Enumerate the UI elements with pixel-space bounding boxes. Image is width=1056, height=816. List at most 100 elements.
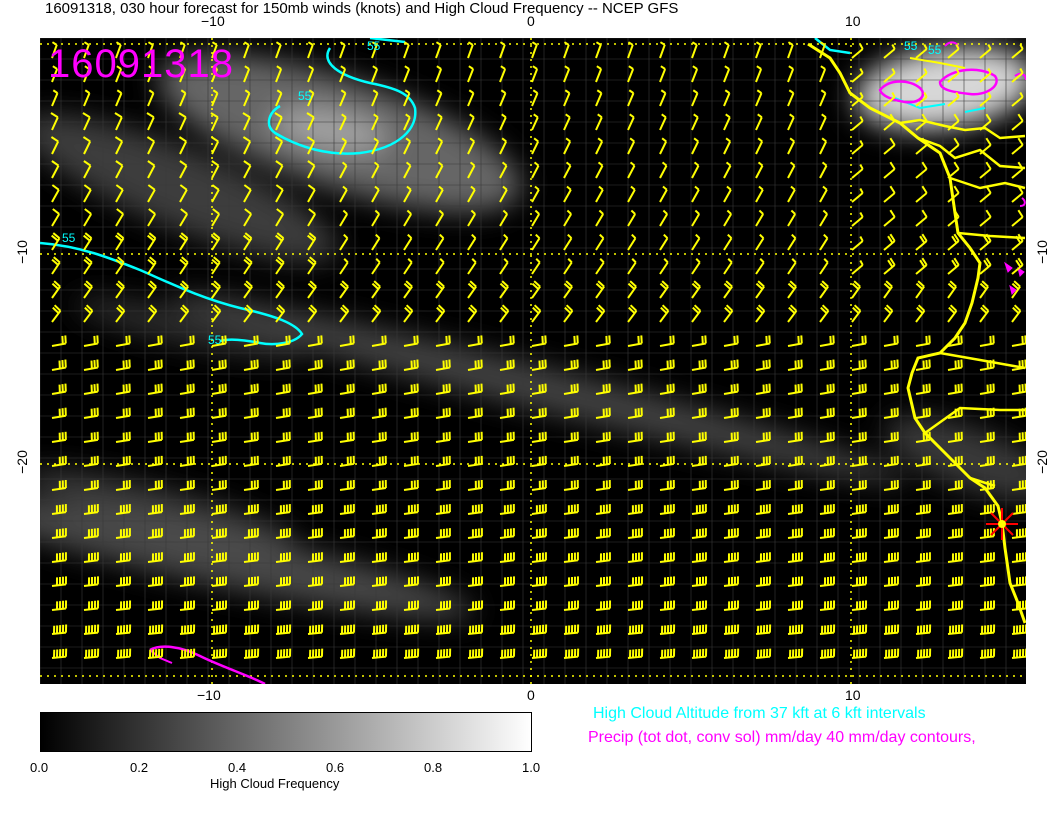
wind-barb-icon	[435, 65, 443, 83]
wind-barb-icon	[819, 383, 835, 395]
wind-barb-icon	[499, 209, 509, 227]
wind-barb-icon	[115, 648, 132, 659]
wind-barb-icon	[755, 504, 771, 515]
wind-barb-icon	[211, 407, 227, 419]
wind-barb-icon	[787, 233, 797, 251]
wind-barb-icon	[435, 304, 446, 323]
wind-barb-icon	[659, 552, 675, 563]
wind-barb-icon	[691, 65, 699, 83]
colorbar	[40, 712, 532, 752]
wind-barb-icon	[659, 185, 668, 203]
border-path	[917, 136, 1026, 170]
wind-barb-icon	[595, 479, 611, 491]
wind-barb-icon	[403, 209, 413, 227]
wind-barb-icon	[1011, 209, 1024, 227]
wind-barb-icon	[1011, 504, 1026, 515]
wind-barb-icon	[435, 504, 451, 515]
wind-barb-icon	[403, 407, 419, 419]
wind-barb-icon	[947, 304, 958, 323]
wind-barb-icon	[147, 280, 157, 299]
wind-barb-icon	[243, 280, 253, 299]
wind-barb-icon	[755, 233, 765, 251]
wind-barb-icon	[915, 504, 931, 515]
wind-barb-icon	[659, 335, 675, 347]
wind-barb-icon	[147, 232, 157, 251]
wind-barb-icon	[1011, 528, 1026, 539]
cloud-altitude-note: High Cloud Altitude from 37 kft at 6 kft…	[593, 705, 926, 722]
wind-barb-icon	[179, 407, 195, 419]
wind-barb-icon	[211, 359, 227, 371]
wind-barb-icon	[691, 335, 707, 347]
wind-barb-icon	[659, 528, 675, 539]
wind-barb-icon	[755, 648, 772, 659]
wind-barb-icon	[531, 504, 547, 515]
wind-barb-icon	[115, 407, 131, 419]
wind-barb-icon	[499, 65, 507, 83]
wind-barb-icon	[83, 184, 92, 203]
wind-barb-icon	[115, 335, 131, 347]
wind-barb-icon	[243, 455, 259, 467]
wind-barb-icon	[435, 407, 451, 419]
left-tick-label: −10	[13, 240, 30, 264]
wind-barb-icon	[499, 479, 515, 491]
wind-barb-icon	[563, 258, 573, 275]
colorbar-tick: 0.0	[30, 760, 49, 775]
wind-barb-icon	[51, 304, 62, 323]
wind-barb-icon	[403, 258, 413, 275]
wind-barb-icon	[883, 161, 896, 179]
wind-barb-icon	[467, 504, 483, 515]
wind-barb-icon	[947, 257, 960, 275]
wind-barb-icon	[851, 359, 867, 371]
wind-barb-icon	[659, 89, 667, 107]
wind-barb-icon	[307, 407, 323, 419]
contour-label: 55	[928, 43, 942, 57]
wind-barb-icon	[531, 89, 539, 107]
wind-barb-icon	[51, 184, 60, 203]
wind-barb-icon	[467, 335, 483, 347]
wind-barb-icon	[723, 233, 733, 251]
wind-barb-icon	[563, 89, 571, 107]
wind-barb-icon	[787, 185, 796, 203]
wind-barb-icon	[947, 280, 957, 299]
wind-barb-icon	[563, 233, 573, 251]
wind-barb-icon	[178, 112, 187, 131]
wind-barb-icon	[307, 280, 317, 299]
bottom-tick-label: 10	[845, 687, 861, 703]
border-path	[957, 231, 1026, 240]
wind-barb-icon	[883, 185, 896, 203]
wind-barb-icon	[819, 258, 829, 275]
wind-barb-icon	[659, 576, 675, 587]
wind-barb-icon	[787, 335, 803, 347]
wind-barb-icon	[179, 359, 195, 371]
wind-barb-icon	[883, 455, 899, 467]
wind-barb-icon	[403, 504, 419, 515]
wind-barb-icon	[435, 528, 451, 539]
wind-barb-icon	[467, 233, 477, 251]
wind-barb-icon	[595, 304, 606, 323]
wind-barb-icon	[403, 233, 413, 251]
wind-barb-icon	[499, 280, 509, 299]
wind-barb-icon	[659, 304, 670, 323]
wind-barb-icon	[243, 383, 259, 395]
wind-barb-icon	[467, 479, 483, 491]
wind-barb-icon	[723, 383, 739, 395]
wind-barb-icon	[979, 304, 990, 323]
wind-barb-icon	[691, 137, 700, 155]
wind-barb-icon	[83, 232, 93, 251]
wind-barb-icon	[467, 528, 483, 539]
wind-barb-icon	[403, 528, 419, 539]
wind-barb-icon	[147, 407, 163, 419]
wind-barb-icon	[947, 576, 963, 587]
wind-barb-icon	[179, 479, 195, 491]
wind-barb-icon	[531, 304, 542, 323]
wind-barb-icon	[147, 648, 164, 659]
wind-barb-icon	[691, 479, 707, 491]
wind-barb-icon	[595, 528, 611, 539]
wind-barb-icon	[51, 89, 59, 107]
right-tick-label: −10	[1033, 240, 1050, 264]
wind-barb-icon	[435, 648, 452, 659]
wind-barb-icon	[915, 209, 928, 227]
wind-barb-icon	[627, 258, 637, 275]
wind-barb-icon	[275, 407, 291, 419]
wind-barb-icon	[83, 648, 100, 659]
